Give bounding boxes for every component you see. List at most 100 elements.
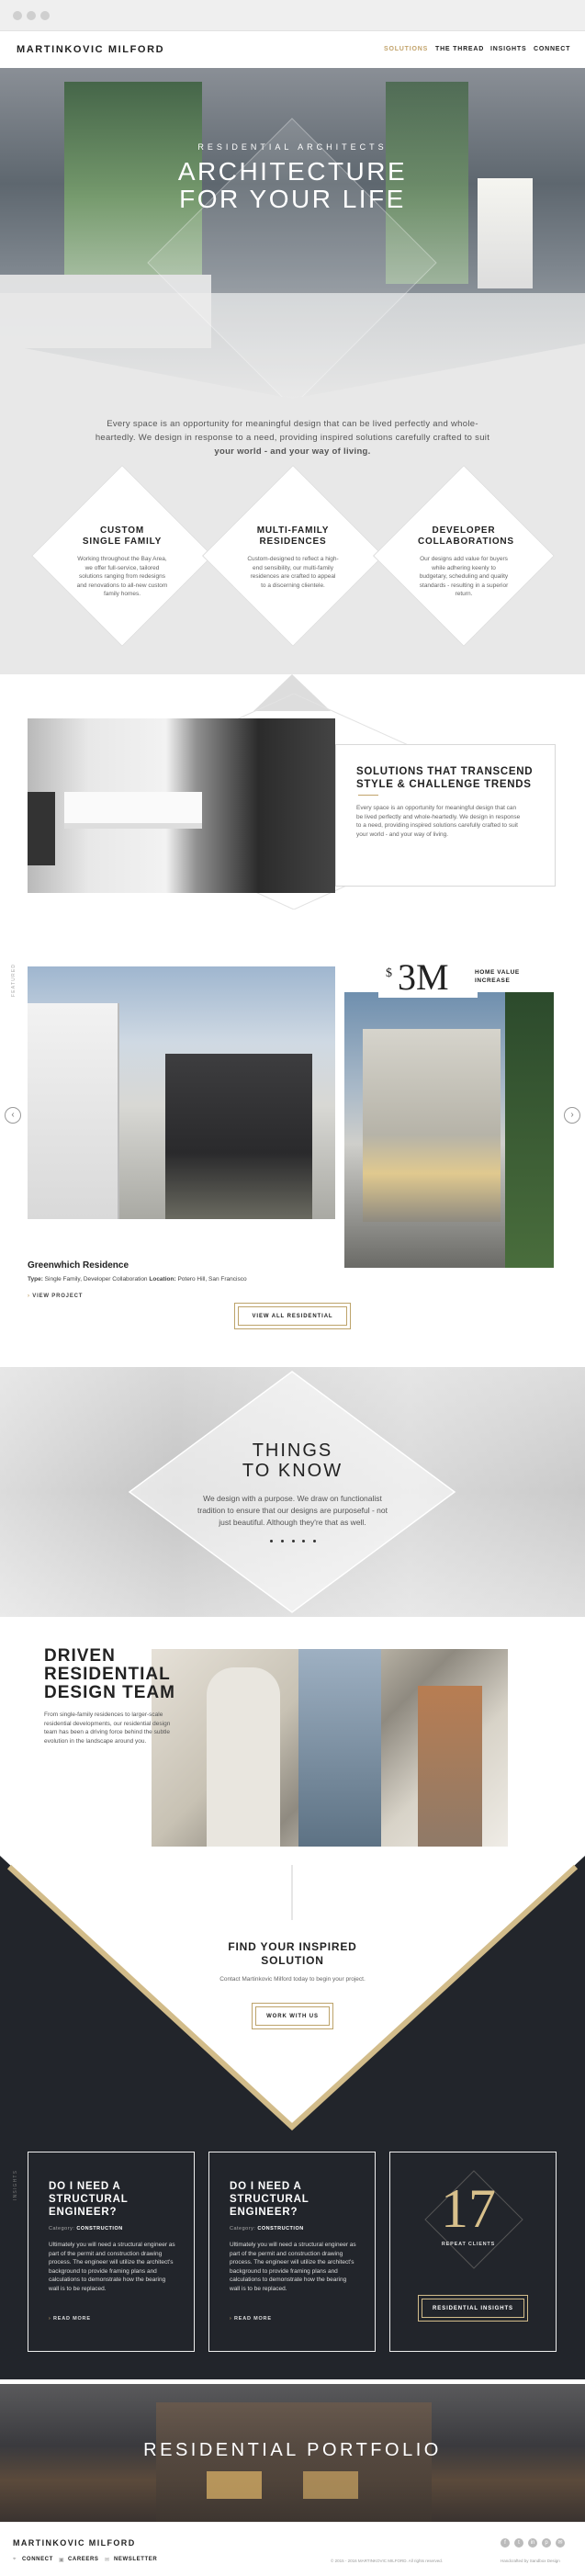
pagination-dot[interactable] (270, 1540, 273, 1542)
pinterest-icon[interactable]: p (542, 2538, 551, 2548)
service-title-line: MULTI-FAMILY (256, 525, 330, 536)
view-project-link[interactable]: › VIEW PROJECT (28, 1294, 83, 1299)
nav-item-insights[interactable]: INSIGHTS (490, 46, 526, 52)
intro-text: Every space is an opportunity for meanin… (92, 417, 493, 458)
service-text: Custom-designed to reflect a high-end se… (247, 556, 339, 589)
chevron-right-icon: › (230, 2316, 232, 2322)
footer-link-connect[interactable]: CONNECT (22, 2557, 53, 2562)
featured-image-secondary[interactable] (344, 992, 554, 1268)
inspire-diamond (0, 1847, 585, 2131)
things-title: THINGS TO KNOW (0, 1441, 585, 1481)
card-title-line: STRUCTURAL (230, 2194, 309, 2205)
category-value: CONSTRUCTION (257, 2226, 304, 2231)
service-card-multi-family[interactable]: MULTI-FAMILY RESIDENCES Custom-designed … (247, 525, 339, 590)
insight-card-text: Ultimately you will need a structural en… (230, 2242, 356, 2292)
nav-item-connect[interactable]: CONNECT (534, 46, 570, 52)
view-project-label: VIEW PROJECT (32, 1294, 84, 1299)
team-title: DRIVEN RESIDENTIAL DESIGN TEAM (44, 1647, 175, 1702)
portfolio-house-image (156, 2402, 432, 2522)
email-icon[interactable]: ✉ (556, 2538, 565, 2548)
service-card-custom-single-family[interactable]: CUSTOM SINGLE FAMILY Working throughout … (76, 525, 168, 599)
read-more-link[interactable]: › READ MORE (49, 2316, 91, 2322)
stat-symbol: $ (386, 966, 392, 980)
linkedin-icon[interactable]: in (528, 2538, 537, 2548)
stat-label-line: INCREASE (475, 977, 511, 984)
featured-side-label: FEATURED (11, 963, 17, 997)
window-dot-icon[interactable] (27, 11, 36, 20)
briefcase-icon: ▣ (59, 2558, 64, 2563)
insight-card-category: Category: CONSTRUCTION (49, 2226, 123, 2231)
kitchen-image (28, 718, 335, 893)
footer-link-newsletter[interactable]: NEWSLETTER (114, 2557, 157, 2562)
window-dot-icon[interactable] (40, 11, 50, 20)
inspire-title-line: SOLUTION (261, 1954, 324, 1967)
service-text: Our designs add value for buyers while a… (419, 556, 509, 597)
pagination-dot[interactable] (302, 1540, 306, 1542)
featured-image-main[interactable] (28, 966, 335, 1219)
person-image (418, 1686, 482, 1847)
meta-type-value: Single Family, Developer Collaboration (44, 1276, 148, 1282)
repeat-clients-value: 17 (441, 2178, 496, 2239)
facebook-icon[interactable]: f (501, 2538, 510, 2548)
browser-chrome (0, 0, 585, 31)
service-title-line: CUSTOM (100, 525, 144, 536)
footer-credit[interactable]: Handcrafted by Sandbox Design (501, 2559, 560, 2563)
insight-card-category: Category: CONSTRUCTION (230, 2226, 304, 2231)
pagination-dot[interactable] (280, 1540, 284, 1542)
repeat-clients-label: REPEAT CLIENTS (441, 2242, 496, 2247)
nav-item-the-thread[interactable]: THE THREAD (435, 46, 484, 52)
stat-label-line: HOME VALUE (475, 969, 520, 976)
team-text: From single-family residences to larger-… (44, 1712, 171, 1745)
trends-text: Every space is an opportunity for meanin… (356, 805, 521, 838)
read-more-label: READ MORE (233, 2316, 272, 2322)
service-title-line: DEVELOPER (432, 525, 496, 536)
project-name[interactable]: Greenwhich Residence (28, 1260, 129, 1271)
footer-logo[interactable]: MARTINKOVIC MILFORD (13, 2538, 136, 2548)
service-card-developer-collaborations[interactable]: DEVELOPER COLLABORATIONS Our designs add… (418, 525, 514, 599)
hero-title: ARCHITECTURE FOR YOUR LIFE (0, 158, 585, 213)
read-more-link[interactable]: › READ MORE (230, 2316, 272, 2322)
lit-window-image (303, 2471, 358, 2499)
card-title-line: STRUCTURAL (49, 2194, 129, 2205)
pagination-dot[interactable] (313, 1540, 316, 1542)
team-title-line: RESIDENTIAL (44, 1665, 171, 1684)
residential-insights-button[interactable]: RESIDENTIAL INSIGHTS (418, 2295, 528, 2322)
site-logo[interactable]: MARTINKOVIC MILFORD (17, 44, 164, 55)
window-dot-icon[interactable] (13, 11, 22, 20)
things-title-line: THINGS (252, 1441, 333, 1461)
hero-eyebrow: RESIDENTIAL ARCHITECTS (197, 142, 388, 152)
hero-title-line: FOR YOUR LIFE (179, 185, 406, 213)
work-with-us-button[interactable]: WORK WITH US (252, 2003, 333, 2029)
card-title-line: ENGINEER? (230, 2207, 298, 2218)
view-all-label: VIEW ALL RESIDENTIAL (238, 1306, 347, 1326)
insight-card-title: DO I NEED A STRUCTURAL ENGINEER? (49, 2180, 129, 2219)
insight-card[interactable]: DO I NEED A STRUCTURAL ENGINEER? Categor… (28, 2152, 195, 2352)
pagination-dot[interactable] (291, 1540, 295, 1542)
insight-card-title: DO I NEED A STRUCTURAL ENGINEER? (230, 2180, 309, 2219)
insight-card[interactable]: DO I NEED A STRUCTURAL ENGINEER? Categor… (208, 2152, 376, 2352)
inspire-title-line: FIND YOUR INSPIRED (228, 1940, 357, 1953)
insight-card-text: Ultimately you will need a structural en… (49, 2242, 175, 2292)
insights-side-label: INSIGHTS (13, 2169, 18, 2200)
service-text: Working throughout the Bay Area, we offe… (76, 556, 168, 597)
stat-label: HOME VALUE INCREASE (475, 968, 520, 985)
team-image (152, 1649, 508, 1847)
footer-link-careers[interactable]: CAREERS (68, 2557, 99, 2562)
category-label: Category: (49, 2226, 75, 2231)
twitter-icon[interactable]: t (514, 2538, 523, 2548)
service-title-line: COLLABORATIONS (418, 537, 514, 547)
things-to-know-section (0, 1367, 585, 1617)
view-all-residential-button[interactable]: VIEW ALL RESIDENTIAL (234, 1303, 351, 1329)
house-center-image (165, 1054, 312, 1219)
service-title: DEVELOPER COLLABORATIONS (418, 525, 514, 548)
carousel-prev-icon[interactable]: ‹ (5, 1107, 21, 1124)
carousel-next-icon[interactable]: › (564, 1107, 580, 1124)
trends-title-line: STYLE & CHALLENGE TRENDS (356, 779, 532, 790)
trends-title-line: SOLUTIONS THAT TRANSCEND (356, 766, 534, 777)
hero-title-line: ARCHITECTURE (177, 157, 408, 186)
nav-item-solutions[interactable]: SOLUTIONS (384, 46, 428, 52)
portfolio-title[interactable]: RESIDENTIAL PORTFOLIO (0, 2440, 585, 2461)
inspire-text: Contact Martinkovic Milford today to beg… (219, 1976, 366, 1983)
meta-type-label: Type: (28, 1276, 43, 1282)
things-pagination (270, 1540, 316, 1542)
